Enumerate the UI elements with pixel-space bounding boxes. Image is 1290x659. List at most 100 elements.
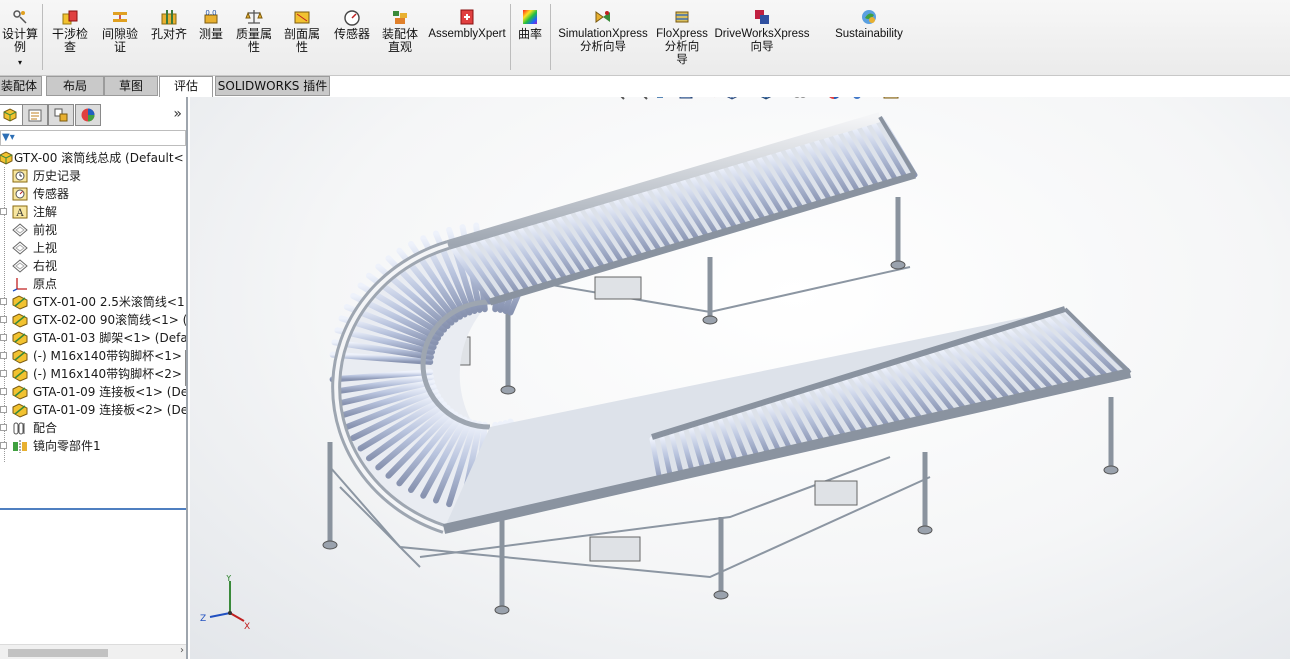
tree-item-component[interactable]: GTA-01-03 脚架<1> (Defa <box>0 329 186 347</box>
tree-item-origin[interactable]: 原点 <box>0 275 186 293</box>
tree-item-component[interactable]: GTX-01-00 2.5米滚筒线<1 <box>0 293 186 311</box>
interference-check-label: 干涉检 查 <box>51 27 88 54</box>
hide-show-items-icon[interactable] <box>791 97 809 101</box>
tree-rollback-bar[interactable] <box>0 508 186 510</box>
expand-toggle[interactable] <box>0 406 7 413</box>
display-style-icon[interactable] <box>757 97 775 101</box>
hole-alignment-button[interactable]: 孔对齐 <box>148 8 190 41</box>
expand-toggle[interactable] <box>0 316 7 323</box>
tab-sketch[interactable]: 草图 <box>104 76 158 96</box>
expand-toggle[interactable] <box>0 334 7 341</box>
assemblyxpert-icon <box>460 9 474 25</box>
featuremanager-icon <box>3 108 17 122</box>
tree-item-front-plane[interactable]: 前视 <box>0 221 186 239</box>
tree-filter-input[interactable]: ▼▾ <box>0 130 186 146</box>
tab-propertymanager[interactable] <box>22 104 48 126</box>
flow-icon <box>675 11 689 23</box>
tree-item-label: 历史记录 <box>33 169 82 183</box>
heads-up-view-toolbar: A ▾ ▾ ▾ ▾ ▾ <box>608 97 911 103</box>
design-study-icon <box>13 10 27 24</box>
design-study-button[interactable]: 设计算 例 ▾ <box>0 8 40 69</box>
svg-text:A: A <box>702 97 712 100</box>
conveyor-assembly-model[interactable] <box>190 97 1290 659</box>
simulation-icon <box>595 11 610 23</box>
subassembly-icon <box>12 403 28 418</box>
tab-assembly[interactable]: 装配体 <box>0 76 42 96</box>
plane-icon <box>12 259 28 273</box>
tree-root-assembly[interactable]: GTX-00 滚筒线总成 (Default< <box>0 149 186 167</box>
tab-evaluate[interactable]: 评估 <box>159 76 213 98</box>
tab-configurationmanager[interactable] <box>48 104 74 126</box>
tree-item-component[interactable]: (-) M16x140带钩脚杯<2> ( <box>0 365 188 383</box>
dropdown-arrow-icon[interactable]: ▾ <box>18 56 22 69</box>
expand-toggle[interactable] <box>0 298 7 305</box>
tree-item-top-plane[interactable]: 上视 <box>0 239 186 257</box>
interference-icon <box>62 10 78 25</box>
floxpress-button[interactable]: FloXpress 分析向 导 <box>654 8 710 67</box>
tree-item-component[interactable]: GTA-01-09 连接板<1> (De <box>0 383 186 401</box>
y-axis-label: Y <box>225 575 232 584</box>
curvature-label: 曲率 <box>517 27 542 41</box>
subassembly-icon <box>12 313 28 328</box>
dynamic-annotation-icon[interactable]: A <box>700 97 718 101</box>
view-settings-icon[interactable] <box>882 97 900 101</box>
tree-item-annotations[interactable]: A 注解 <box>0 203 186 221</box>
section-view-icon[interactable] <box>677 97 695 101</box>
edit-appearance-icon[interactable] <box>825 97 843 101</box>
configurationmanager-icon <box>54 108 68 122</box>
sustainability-button[interactable]: Sustainability <box>830 8 908 41</box>
tree-item-history[interactable]: 历史记录 <box>0 167 186 185</box>
scrollbar-thumb[interactable] <box>8 649 108 657</box>
annotation-icon: A <box>12 205 28 219</box>
tree-item-component[interactable]: (-) M16x140带钩脚杯<1> ( <box>0 347 186 365</box>
displaymanager-icon <box>81 108 95 122</box>
tree-item-component[interactable]: GTX-02-00 90滚筒线<1> ( <box>0 311 186 329</box>
subassembly-icon <box>12 295 28 310</box>
clearance-verification-button[interactable]: 间隙验 证 <box>98 8 142 54</box>
zoom-to-fit-icon[interactable] <box>608 97 626 101</box>
expand-toggle[interactable] <box>0 370 7 377</box>
mass-properties-button[interactable]: 质量属 性 <box>232 8 276 54</box>
expand-toggle[interactable] <box>0 442 7 449</box>
horizontal-scrollbar[interactable]: › <box>0 644 186 659</box>
graphics-area[interactable]: A ▾ ▾ ▾ ▾ ▾ Y X Z <box>190 97 1290 659</box>
tree-item-component[interactable]: GTA-01-09 连接板<2> (De <box>0 401 188 419</box>
section-properties-button[interactable]: 剖面属 性 <box>280 8 324 54</box>
curvature-button[interactable]: 曲率 <box>514 8 546 41</box>
expand-toggle[interactable] <box>0 388 7 395</box>
driveworks-icon <box>755 10 769 24</box>
svg-text:A: A <box>15 208 24 219</box>
sensor-button[interactable]: 传感器 <box>330 8 374 41</box>
tree-item-label: (-) M16x140带钩脚杯<2> ( <box>33 367 188 381</box>
tab-displaymanager[interactable] <box>75 104 101 126</box>
tab-featuremanager[interactable] <box>0 104 23 126</box>
clearance-verification-label: 间隙验 证 <box>101 27 138 54</box>
tree-item-label: 配合 <box>33 421 58 435</box>
command-tabs: 装配体 布局 草图 评估 SOLIDWORKS 插件 <box>0 76 1290 98</box>
expand-toggle[interactable] <box>0 352 7 359</box>
panel-collapse-handle[interactable]: ‹ <box>185 350 186 386</box>
assembly-visualization-button[interactable]: 装配体 直观 <box>378 8 422 54</box>
driveworksxpress-button[interactable]: DriveWorksXpress 向导 <box>712 8 812 54</box>
tree-item-mirror-components[interactable]: 镜向零部件1 <box>0 437 186 455</box>
measure-button[interactable]: 0.0 测量 <box>196 8 226 41</box>
more-tabs-button[interactable]: » <box>173 106 182 122</box>
assemblyxpert-button[interactable]: AssemblyXpert <box>428 8 506 41</box>
interference-check-button[interactable]: 干涉检 查 <box>50 8 90 54</box>
apply-scene-icon[interactable] <box>848 97 866 101</box>
tree-item-mates[interactable]: 配合 <box>0 419 186 437</box>
zoom-to-area-icon[interactable] <box>631 97 649 101</box>
simulationxpress-button[interactable]: SimulationXpress 分析向导 <box>556 8 650 54</box>
previous-view-icon[interactable] <box>654 97 672 101</box>
tree-item-right-plane[interactable]: 右视 <box>0 257 186 275</box>
expand-toggle[interactable] <box>0 424 7 431</box>
tree-item-label: GTA-01-09 连接板<2> (De <box>33 403 188 417</box>
tab-layout[interactable]: 布局 <box>46 76 104 96</box>
tree-item-sensors[interactable]: 传感器 <box>0 185 186 203</box>
view-orientation-icon[interactable] <box>723 97 741 101</box>
scroll-right-arrow-icon[interactable]: › <box>180 645 184 656</box>
simulationxpress-label: SimulationXpress 分析向导 <box>558 28 648 53</box>
tab-solidworks-addins[interactable]: SOLIDWORKS 插件 <box>215 76 330 96</box>
assembly-visualization-label: 装配体 直观 <box>381 27 418 54</box>
expand-toggle[interactable] <box>0 208 7 215</box>
